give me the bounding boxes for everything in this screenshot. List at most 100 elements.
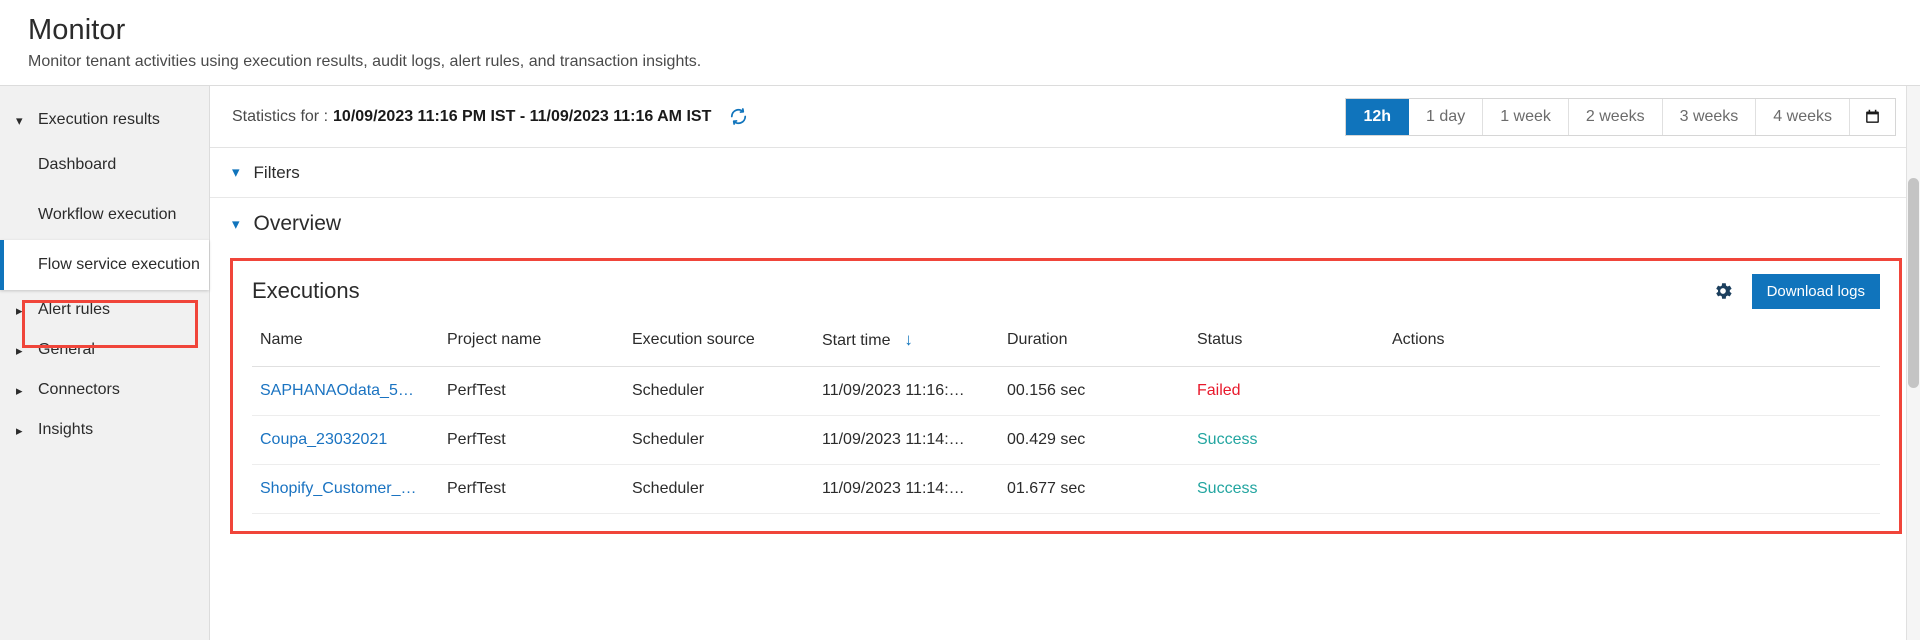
vertical-scrollbar[interactable] [1906,86,1920,640]
sidebar-group-insights[interactable]: ▸ Insights [0,410,209,450]
cell-project-name: PerfTest [447,415,632,465]
cell-name: SAPHANAOdata_5… [252,366,447,416]
chevron-right-icon: ▸ [16,342,23,358]
table-row[interactable]: Coupa_23032021 PerfTest Scheduler 11/09/… [252,415,1880,465]
section-filters[interactable]: ▾ Filters [210,148,1920,198]
chevron-down-icon: ▾ [16,112,23,128]
download-logs-button[interactable]: Download logs [1751,273,1880,309]
body-split: ▾ Execution results Dashboard Workflow e… [0,86,1920,640]
statistics-range-text: Statistics for : 10/09/2023 11:16 PM IST… [232,107,748,126]
arrow-down-icon: ↓ [894,330,913,349]
executions-table: Name Project name Execution source Start… [252,324,1880,514]
page-header: Monitor Monitor tenant activities using … [0,0,1920,86]
sidebar-item-label: Workflow execution [38,206,177,223]
time-range-label: 12h [1363,107,1392,125]
status-badge: Success [1197,431,1258,448]
sidebar-item-flow-service-execution[interactable]: Flow service execution [0,240,209,290]
column-header-name[interactable]: Name [252,324,447,367]
executions-header-actions: Download logs [1712,273,1880,309]
cell-project-name: PerfTest [447,464,632,514]
statistics-range-value: 10/09/2023 11:16 PM IST - 11/09/2023 11:… [333,107,712,125]
time-range-3-weeks[interactable]: 3 weeks [1662,98,1757,135]
executions-panel-header: Executions Download logs [252,258,1880,324]
table-row[interactable]: Shopify_Customer_… PerfTest Scheduler 11… [252,464,1880,514]
cell-start-time: 11/09/2023 11:14:… [822,464,1007,514]
main-content: Statistics for : 10/09/2023 11:16 PM IST… [210,86,1920,640]
calendar-picker-button[interactable] [1850,98,1895,135]
executions-title: Executions [252,278,360,303]
statistics-bar: Statistics for : 10/09/2023 11:16 PM IST… [210,86,1920,148]
status-badge: Success [1197,480,1258,497]
chevron-right-icon: ▸ [16,302,23,318]
sidebar: ▾ Execution results Dashboard Workflow e… [0,86,210,640]
sidebar-group-general[interactable]: ▸ General [0,330,209,370]
cell-name: Shopify_Customer_… [252,464,447,514]
section-overview[interactable]: ▾ Overview [210,198,1920,250]
sidebar-group-label: Alert rules [38,301,111,318]
statistics-label: Statistics for : [232,107,329,125]
cell-duration: 00.429 sec [1007,415,1197,465]
sidebar-group-alert-rules[interactable]: ▸ Alert rules [0,290,209,330]
time-range-1-week[interactable]: 1 week [1483,98,1569,135]
time-range-button-group: 12h 1 day 1 week 2 weeks 3 weeks 4 weeks [1345,97,1896,136]
time-range-2-weeks[interactable]: 2 weeks [1568,98,1663,135]
cell-actions[interactable] [1392,366,1880,416]
cell-name: Coupa_23032021 [252,415,447,465]
status-badge: Failed [1197,382,1241,399]
time-range-1-day[interactable]: 1 day [1409,98,1484,135]
execution-name-link[interactable]: Shopify_Customer_… [260,480,417,497]
cell-start-time: 11/09/2023 11:16:… [822,366,1007,416]
column-header-duration[interactable]: Duration [1007,324,1197,367]
page-title: Monitor [28,14,126,46]
executions-table-body: SAPHANAOdata_5… PerfTest Scheduler 11/09… [252,366,1880,514]
execution-name-link[interactable]: SAPHANAOdata_5… [260,382,414,399]
column-header-execution-source[interactable]: Execution source [632,324,822,367]
column-header-project-name[interactable]: Project name [447,324,632,367]
cell-project-name: PerfTest [447,366,632,416]
cell-start-time: 11/09/2023 11:14:… [822,415,1007,465]
time-range-label: 1 week [1500,107,1551,125]
cell-duration: 00.156 sec [1007,366,1197,416]
time-range-12h[interactable]: 12h [1346,98,1410,135]
column-header-start-time[interactable]: Start time ↓ [822,324,1007,367]
time-range-4-weeks[interactable]: 4 weeks [1756,98,1850,135]
sidebar-group-label: Insights [38,421,94,438]
cell-execution-source: Scheduler [632,415,822,465]
chevron-down-icon: ▾ [232,215,240,233]
sidebar-group-label: Connectors [38,381,120,398]
chevron-right-icon: ▸ [16,382,23,398]
sidebar-group-label: Execution results [38,111,160,128]
sidebar-group-label: General [38,341,95,358]
execution-name-link[interactable]: Coupa_23032021 [260,431,387,448]
time-range-label: 4 weeks [1773,107,1832,125]
scrollbar-thumb[interactable] [1908,178,1919,388]
sidebar-item-label: Dashboard [38,156,117,173]
table-row[interactable]: SAPHANAOdata_5… PerfTest Scheduler 11/09… [252,366,1880,416]
time-range-label: 2 weeks [1585,107,1645,125]
refresh-icon[interactable] [729,107,748,126]
column-header-status[interactable]: Status [1197,324,1392,367]
cell-actions[interactable] [1392,415,1880,465]
time-range-label: 1 day [1426,107,1466,125]
page-subtitle: Monitor tenant activities using executio… [28,53,702,70]
calendar-icon [1866,109,1879,123]
section-label: Overview [253,212,342,235]
time-range-label: 3 weeks [1679,107,1739,125]
cell-duration: 01.677 sec [1007,464,1197,514]
cell-status: Failed [1197,366,1392,416]
cell-execution-source: Scheduler [632,464,822,514]
executions-panel: Executions Download logs Name Project na… [230,258,1902,514]
executions-table-head: Name Project name Execution source Start… [252,324,1880,367]
sidebar-item-label: Flow service execution [38,256,200,273]
column-header-actions[interactable]: Actions [1392,324,1880,367]
sidebar-group-connectors[interactable]: ▸ Connectors [0,370,209,410]
cell-execution-source: Scheduler [632,366,822,416]
sidebar-item-workflow-execution[interactable]: Workflow execution [0,190,209,240]
gear-icon[interactable] [1712,280,1734,302]
table-header-row: Name Project name Execution source Start… [252,324,1880,367]
chevron-right-icon: ▸ [16,422,23,438]
sidebar-group-execution-results[interactable]: ▾ Execution results [0,100,209,140]
chevron-down-icon: ▾ [232,164,240,181]
cell-actions[interactable] [1392,464,1880,514]
sidebar-item-dashboard[interactable]: Dashboard [0,140,209,190]
